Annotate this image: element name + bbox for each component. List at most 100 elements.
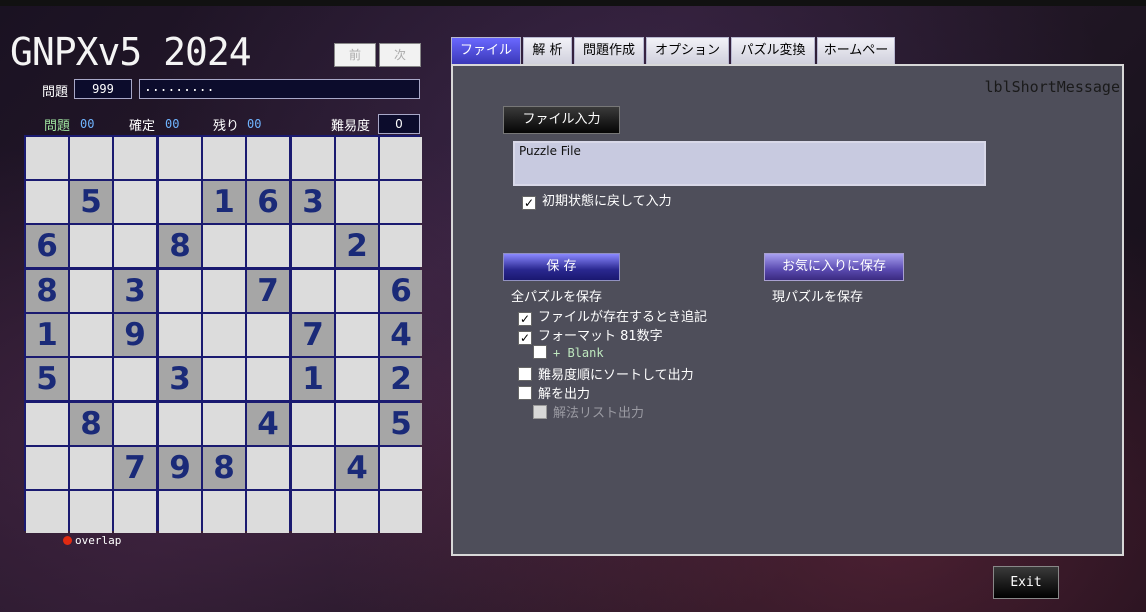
sudoku-cell[interactable] — [114, 358, 156, 400]
tab-file[interactable]: ファイル — [451, 37, 521, 64]
sudoku-cell[interactable]: 6 — [26, 225, 68, 267]
sudoku-cell[interactable] — [292, 225, 334, 267]
sudoku-cell[interactable]: 7 — [114, 447, 156, 489]
sudoku-cell[interactable]: 9 — [114, 314, 156, 356]
sudoku-cell[interactable]: 9 — [159, 447, 201, 489]
sudoku-cell[interactable] — [114, 225, 156, 267]
sudoku-cell[interactable] — [70, 314, 112, 356]
favorite-save-button[interactable]: お気に入りに保存 — [764, 253, 904, 281]
sudoku-cell[interactable]: 1 — [26, 314, 68, 356]
sudoku-cell[interactable] — [247, 225, 289, 267]
sudoku-cell[interactable] — [159, 137, 201, 179]
sudoku-cell[interactable]: 6 — [247, 181, 289, 223]
sudoku-cell[interactable] — [114, 491, 156, 533]
sudoku-cell[interactable] — [336, 314, 378, 356]
sudoku-cell[interactable] — [292, 403, 334, 445]
reset-checkbox[interactable]: ✓ 初期状態に戻して入力 — [522, 190, 672, 210]
sudoku-cell[interactable] — [70, 270, 112, 312]
sudoku-cell[interactable]: 8 — [70, 403, 112, 445]
sudoku-cell[interactable] — [114, 403, 156, 445]
sudoku-cell[interactable] — [336, 181, 378, 223]
sudoku-cell[interactable] — [292, 270, 334, 312]
sudoku-cell[interactable] — [292, 491, 334, 533]
sudoku-cell[interactable] — [70, 358, 112, 400]
sudoku-cell[interactable] — [292, 447, 334, 489]
sudoku-cell[interactable]: 2 — [380, 358, 422, 400]
sudoku-cell[interactable] — [26, 181, 68, 223]
sudoku-cell[interactable]: 4 — [336, 447, 378, 489]
sudoku-cell[interactable] — [247, 314, 289, 356]
sudoku-cell[interactable] — [26, 403, 68, 445]
sudoku-cell[interactable] — [203, 225, 245, 267]
sudoku-cell[interactable]: 4 — [247, 403, 289, 445]
format81-checkbox[interactable]: ✓ フォーマット 81数字 — [518, 325, 663, 345]
sudoku-cell[interactable]: 1 — [203, 181, 245, 223]
sudoku-cell[interactable]: 4 — [380, 314, 422, 356]
sudoku-cell[interactable] — [114, 137, 156, 179]
sudoku-cell[interactable] — [26, 137, 68, 179]
sudoku-cell[interactable] — [70, 225, 112, 267]
tab-transform[interactable]: パズル変換 — [731, 37, 815, 64]
sudoku-cell[interactable] — [380, 225, 422, 267]
sudoku-cell[interactable] — [159, 491, 201, 533]
sudoku-cell[interactable] — [159, 181, 201, 223]
sudoku-cell[interactable] — [336, 403, 378, 445]
sudoku-cell[interactable] — [336, 137, 378, 179]
sudoku-cell[interactable]: 7 — [292, 314, 334, 356]
tab-homepage[interactable]: ホームページ — [817, 37, 895, 83]
sudoku-cell[interactable] — [26, 491, 68, 533]
sudoku-cell[interactable]: 8 — [203, 447, 245, 489]
puzzle-file-field[interactable]: Puzzle File — [513, 141, 986, 186]
sudoku-cell[interactable] — [336, 491, 378, 533]
tab-create[interactable]: 問題作成 — [574, 37, 644, 64]
sudoku-cell[interactable]: 7 — [247, 270, 289, 312]
sudoku-cell[interactable] — [70, 491, 112, 533]
append-checkbox[interactable]: ✓ ファイルが存在するとき追記 — [518, 306, 707, 326]
sort-difficulty-checkbox[interactable]: 難易度順にソートして出力 — [518, 364, 694, 383]
sudoku-cell[interactable] — [336, 270, 378, 312]
sudoku-cell[interactable] — [380, 181, 422, 223]
sudoku-cell[interactable] — [380, 447, 422, 489]
blank-checkbox[interactable]: + Blank — [533, 345, 604, 360]
save-button[interactable]: 保 存 — [503, 253, 620, 281]
sudoku-cell[interactable] — [203, 403, 245, 445]
exit-button[interactable]: Exit — [993, 566, 1059, 599]
tab-options[interactable]: オプション — [646, 37, 729, 64]
sudoku-cell[interactable] — [203, 270, 245, 312]
sudoku-cell[interactable] — [70, 137, 112, 179]
sudoku-cell[interactable]: 6 — [380, 270, 422, 312]
sudoku-cell[interactable]: 5 — [26, 358, 68, 400]
sudoku-cell[interactable] — [203, 358, 245, 400]
sudoku-cell[interactable] — [114, 181, 156, 223]
sudoku-cell[interactable] — [70, 447, 112, 489]
problem-number-field[interactable]: 999 — [74, 79, 132, 99]
sudoku-cell[interactable]: 5 — [70, 181, 112, 223]
sudoku-cell[interactable] — [26, 447, 68, 489]
sudoku-cell[interactable] — [380, 137, 422, 179]
sudoku-cell[interactable]: 1 — [292, 358, 334, 400]
file-input-button[interactable]: ファイル入力 — [503, 106, 620, 134]
sudoku-cell[interactable] — [247, 137, 289, 179]
sudoku-cell[interactable]: 8 — [26, 270, 68, 312]
tab-analysis[interactable]: 解 析 — [523, 37, 572, 64]
next-button[interactable]: 次 — [379, 43, 421, 67]
sudoku-cell[interactable]: 3 — [114, 270, 156, 312]
sudoku-cell[interactable] — [203, 137, 245, 179]
sudoku-cell[interactable] — [247, 491, 289, 533]
sudoku-cell[interactable]: 5 — [380, 403, 422, 445]
sudoku-cell[interactable] — [247, 358, 289, 400]
puzzle-string-field[interactable]: ......... — [139, 79, 420, 99]
sudoku-cell[interactable] — [159, 314, 201, 356]
sudoku-grid[interactable]: 51636828376197453128457984 — [24, 135, 422, 533]
sudoku-cell[interactable] — [159, 403, 201, 445]
sudoku-cell[interactable] — [203, 491, 245, 533]
output-solution-checkbox[interactable]: 解を出力 — [518, 383, 590, 402]
sudoku-cell[interactable] — [336, 358, 378, 400]
sudoku-cell[interactable]: 3 — [292, 181, 334, 223]
sudoku-cell[interactable] — [159, 270, 201, 312]
sudoku-cell[interactable] — [292, 137, 334, 179]
sudoku-cell[interactable] — [380, 491, 422, 533]
sudoku-cell[interactable]: 2 — [336, 225, 378, 267]
sudoku-cell[interactable]: 3 — [159, 358, 201, 400]
sudoku-cell[interactable]: 8 — [159, 225, 201, 267]
